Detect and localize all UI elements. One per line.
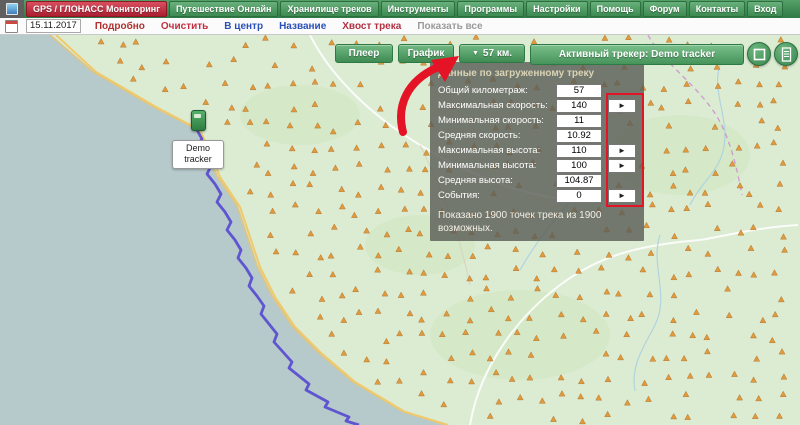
- stat-label: Средняя высота:: [438, 175, 552, 186]
- track-stat-row: Средняя высота: 104.87: [438, 173, 636, 188]
- stat-label: События:: [438, 190, 552, 201]
- track-data-panel: Данные по загруженному треку Общий килом…: [430, 62, 644, 241]
- stat-value: 10.92: [556, 129, 602, 143]
- stat-label: Максимальная высота:: [438, 145, 552, 156]
- panel-title: Данные по загруженному треку: [438, 68, 636, 79]
- toolbar-link-1[interactable]: Очистить: [161, 21, 208, 32]
- gps-monitoring-app: GPS / ГЛОНАСС МониторингПутешествие Онла…: [0, 0, 800, 425]
- stat-value: 11: [556, 114, 602, 128]
- system-icon-box: [0, 0, 24, 18]
- nav-item-7[interactable]: Форум: [643, 1, 687, 17]
- active-tracker-bar: Активный трекер: Demo tracker: [530, 44, 744, 65]
- toolbar-links: Подробно Очистить В центр Название Хвост тре…: [95, 21, 483, 32]
- player-button[interactable]: Плеер: [335, 44, 393, 63]
- track-stat-row: Средняя скорость: 10.92: [438, 128, 636, 143]
- nav-item-0[interactable]: GPS / ГЛОНАСС Мониторинг: [26, 1, 167, 17]
- report-icon[interactable]: [774, 42, 798, 66]
- stat-play-button[interactable]: ►: [608, 189, 636, 203]
- toolbar-link-3[interactable]: Название: [279, 21, 326, 32]
- stat-play-button[interactable]: ►: [608, 144, 636, 158]
- map-tools: [747, 42, 800, 66]
- stat-value: 57: [556, 84, 602, 98]
- date-field[interactable]: 15.11.2017: [26, 19, 81, 33]
- toolbar-link-4[interactable]: Хвост трека: [342, 21, 401, 32]
- nav-item-3[interactable]: Инструменты: [381, 1, 456, 17]
- stat-label: Общий километраж:: [438, 85, 552, 96]
- panel-rows: Общий километраж:57Максимальная скорость…: [438, 83, 636, 203]
- chevron-down-icon: ▼: [472, 50, 479, 57]
- nav-item-1[interactable]: Путешествие Онлайн: [169, 1, 279, 17]
- select-area-icon[interactable]: [747, 42, 771, 66]
- app-icon: [6, 3, 18, 15]
- tracker-marker[interactable]: Demo tracker: [172, 110, 224, 169]
- toolbar-link-5[interactable]: Показать все: [417, 21, 482, 32]
- nav-item-8[interactable]: Контакты: [689, 1, 745, 17]
- toolbar-link-0[interactable]: Подробно: [95, 21, 145, 32]
- track-stat-row: Минимальная скорость: 11: [438, 113, 636, 128]
- track-stat-row: Максимальная скорость: 140 ►: [438, 98, 636, 113]
- stat-label: Максимальная скорость:: [438, 100, 552, 111]
- nav-item-5[interactable]: Настройки: [526, 1, 587, 17]
- nav-item-9[interactable]: Вход: [747, 1, 783, 17]
- stat-label: Минимальная скорость:: [438, 115, 552, 126]
- toolbar-link-2[interactable]: В центр: [224, 21, 263, 32]
- stat-value: 0: [556, 189, 602, 203]
- main-menu: GPS / ГЛОНАСС МониторингПутешествие Онла…: [26, 0, 798, 18]
- stat-value: 110: [556, 144, 602, 158]
- map-toolbar: 15.11.2017 Подробно Очистить В центр Назван…: [0, 18, 800, 35]
- top-nav: GPS / ГЛОНАСС МониторингПутешествие Онла…: [0, 0, 800, 18]
- nav-item-2[interactable]: Хранилище треков: [280, 1, 378, 17]
- distance-dropdown[interactable]: ▼ 57 км.: [459, 44, 525, 63]
- nav-item-6[interactable]: Помощь: [590, 1, 641, 17]
- track-stat-row: Максимальная высота: 110 ►: [438, 143, 636, 158]
- track-stat-row: События: 0 ►: [438, 188, 636, 203]
- panel-footer: Показано 1900 точек трека из 1900 возмож…: [438, 209, 628, 235]
- map-canvas: [0, 35, 800, 425]
- graph-button[interactable]: График: [398, 44, 454, 63]
- map-controls: Плеер График ▼ 57 км. Активный трекер: D…: [0, 44, 800, 66]
- stat-value: 140: [556, 99, 602, 113]
- tracker-label: Demo tracker: [172, 140, 224, 169]
- map-area[interactable]: Demo tracker Плеер График ▼ 57 км. Актив…: [0, 35, 800, 425]
- vehicle-icon: [191, 110, 206, 131]
- stat-play-button[interactable]: ►: [608, 159, 636, 173]
- stat-play-button[interactable]: ►: [608, 99, 636, 113]
- stat-label: Минимальная высота:: [438, 160, 552, 171]
- stat-value: 100: [556, 159, 602, 173]
- track-stat-row: Общий километраж: 57: [438, 83, 636, 98]
- stat-label: Средняя скорость:: [438, 130, 552, 141]
- stat-value: 104.87: [556, 174, 602, 188]
- calendar-icon[interactable]: [5, 20, 18, 33]
- track-stat-row: Минимальная высота: 100 ►: [438, 158, 636, 173]
- distance-label: 57 км.: [483, 48, 512, 59]
- nav-item-4[interactable]: Программы: [457, 1, 524, 17]
